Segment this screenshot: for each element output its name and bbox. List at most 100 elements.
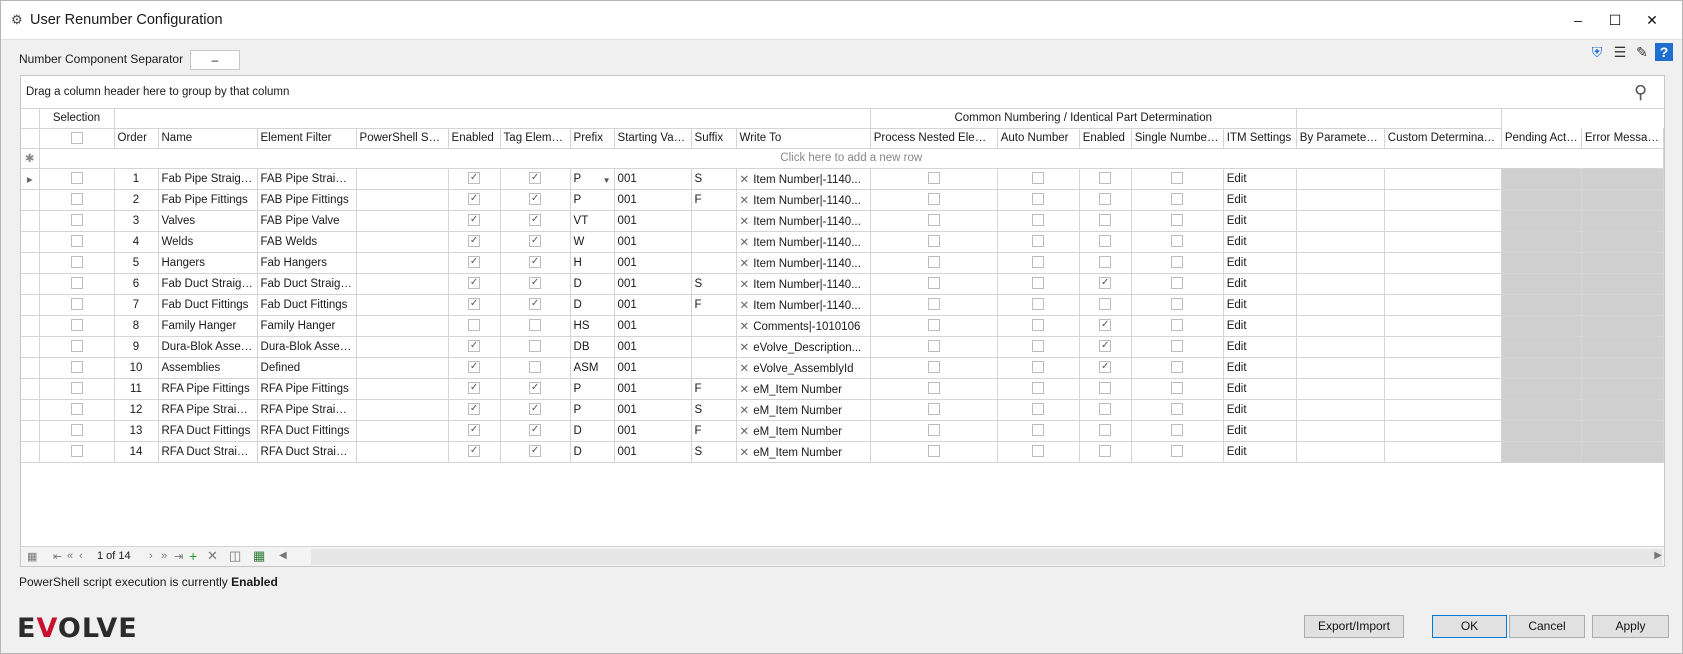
cell-cn-enabled-checkbox[interactable]: ✓ (1079, 357, 1132, 379)
col-element-filter[interactable]: Element Filter (257, 128, 357, 149)
cell-order[interactable]: 9 (114, 336, 159, 358)
cell-cn-enabled-checkbox[interactable] (1079, 378, 1132, 400)
cell-element-filter[interactable]: Fab Duct Fittings (257, 294, 357, 316)
col-custom-determination[interactable]: Custom Determination (1384, 128, 1502, 149)
cell-custom-determination[interactable] (1384, 420, 1502, 442)
cell-custom-determination[interactable] (1384, 336, 1502, 358)
cell-by-parameter[interactable] (1296, 210, 1385, 232)
cell-by-parameter[interactable] (1296, 189, 1385, 211)
cell-enabled-checkbox[interactable]: ✓ (448, 357, 501, 379)
layout-icon[interactable]: ▦ (27, 550, 37, 563)
table-row[interactable]: ▸ 1 Fab Pipe Straights FAB Pipe Straights ✓ ✓… (21, 168, 1664, 190)
cell-cn-enabled-checkbox[interactable] (1079, 168, 1132, 190)
cell-powershell-script[interactable] (356, 378, 449, 400)
clear-icon[interactable]: ✕ (740, 384, 750, 396)
cell-enabled-checkbox[interactable]: ✓ (448, 294, 501, 316)
select-all-checkbox[interactable] (39, 128, 115, 149)
cell-prefix[interactable]: D (570, 420, 615, 442)
cell-name[interactable]: RFA Pipe Fittings (158, 378, 258, 400)
cell-order[interactable]: 10 (114, 357, 159, 379)
clear-icon[interactable]: ✕ (740, 237, 750, 249)
cell-powershell-script[interactable] (356, 420, 449, 442)
cell-process-nested-checkbox[interactable] (870, 336, 998, 358)
cell-by-parameter[interactable] (1296, 336, 1385, 358)
cell-element-filter[interactable]: FAB Welds (257, 231, 357, 253)
cell-write-to[interactable]: ✕ Item Number|-1140... (736, 294, 871, 316)
col-name[interactable]: Name (158, 128, 258, 149)
cell-process-nested-checkbox[interactable] (870, 252, 998, 274)
cell-itm-settings-edit[interactable]: Edit (1223, 420, 1297, 442)
cell-starting-value[interactable]: 001 (614, 252, 692, 274)
table-row[interactable]: 2 Fab Pipe Fittings FAB Pipe Fittings ✓ ✓ P 00… (21, 189, 1664, 211)
close-icon[interactable]: ✕ (1637, 9, 1667, 31)
cell-tag-element-checkbox[interactable]: ✓ (500, 210, 571, 232)
cell-write-to[interactable]: ✕ Item Number|-1140... (736, 210, 871, 232)
cell-name[interactable]: Fab Duct Fittings (158, 294, 258, 316)
cell-auto-number-checkbox[interactable] (997, 315, 1080, 337)
cell-name[interactable]: Welds (158, 231, 258, 253)
cell-by-parameter[interactable] (1296, 273, 1385, 295)
col-pending-action[interactable]: Pending Action (1501, 128, 1582, 149)
cell-process-nested-checkbox[interactable] (870, 168, 998, 190)
cancel-button[interactable]: Cancel (1509, 615, 1585, 638)
cell-single-numbering-checkbox[interactable] (1131, 336, 1224, 358)
cell-auto-number-checkbox[interactable] (997, 231, 1080, 253)
cell-process-nested-checkbox[interactable] (870, 357, 998, 379)
apply-button[interactable]: Apply (1592, 615, 1669, 638)
cell-powershell-script[interactable] (356, 189, 449, 211)
cell-itm-settings-edit[interactable]: Edit (1223, 378, 1297, 400)
table-row[interactable]: 9 Dura-Blok Assem... Dura-Blok Assem... ✓ DB… (21, 336, 1664, 358)
cell-prefix[interactable]: DB (570, 336, 615, 358)
clear-icon[interactable]: ✕ (740, 258, 750, 270)
search-icon[interactable]: ⚲ (1634, 82, 1647, 103)
cell-powershell-script[interactable] (356, 168, 449, 190)
cell-custom-determination[interactable] (1384, 315, 1502, 337)
cell-starting-value[interactable]: 001 (614, 357, 692, 379)
clear-icon[interactable]: ✕ (740, 279, 750, 291)
cell-starting-value[interactable]: 001 (614, 168, 692, 190)
cell-by-parameter[interactable] (1296, 231, 1385, 253)
next-record-icon[interactable]: › (149, 550, 153, 562)
cell-suffix[interactable] (691, 210, 737, 232)
cell-auto-number-checkbox[interactable] (997, 378, 1080, 400)
column-settings-icon[interactable]: ☰ (1611, 43, 1629, 61)
shield-icon[interactable]: ⛨ (1588, 43, 1606, 61)
cell-auto-number-checkbox[interactable] (997, 336, 1080, 358)
col-suffix[interactable]: Suffix (691, 128, 737, 149)
cell-element-filter[interactable]: FAB Pipe Straights (257, 168, 357, 190)
first-page-icon[interactable]: ⇤ (53, 550, 62, 563)
cell-by-parameter[interactable] (1296, 441, 1385, 463)
cell-enabled-checkbox[interactable]: ✓ (448, 168, 501, 190)
cell-write-to[interactable]: ✕ eM_Item Number (736, 399, 871, 421)
cell-write-to[interactable]: ✕ Item Number|-1140... (736, 231, 871, 253)
cell-write-to[interactable]: ✕ eM_Item Number (736, 441, 871, 463)
cell-starting-value[interactable]: 001 (614, 336, 692, 358)
cell-starting-value[interactable]: 001 (614, 189, 692, 211)
cell-suffix[interactable]: F (691, 189, 737, 211)
row-select-checkbox[interactable] (39, 357, 115, 379)
cell-tag-element-checkbox[interactable]: ✓ (500, 378, 571, 400)
cell-order[interactable]: 3 (114, 210, 159, 232)
cell-auto-number-checkbox[interactable] (997, 252, 1080, 274)
clear-icon[interactable]: ✕ (740, 363, 750, 375)
cell-process-nested-checkbox[interactable] (870, 441, 998, 463)
col-powershell-script[interactable]: PowerShell Script (356, 128, 449, 149)
cell-suffix[interactable]: F (691, 294, 737, 316)
cell-tag-element-checkbox[interactable]: ✓ (500, 273, 571, 295)
cell-enabled-checkbox[interactable]: ✓ (448, 231, 501, 253)
cell-order[interactable]: 4 (114, 231, 159, 253)
cell-tag-element-checkbox[interactable]: ✓ (500, 168, 571, 190)
cell-prefix[interactable]: P (570, 378, 615, 400)
clear-icon[interactable]: ✕ (740, 405, 750, 417)
table-row[interactable]: 4 Welds FAB Welds ✓ ✓ W 001 ✕ Item Number|-1140.… (21, 231, 1664, 253)
clear-icon[interactable]: ✕ (740, 426, 750, 438)
clear-icon[interactable]: ✕ (740, 300, 750, 312)
cell-custom-determination[interactable] (1384, 168, 1502, 190)
cell-cn-enabled-checkbox[interactable]: ✓ (1079, 273, 1132, 295)
cell-custom-determination[interactable] (1384, 378, 1502, 400)
cell-powershell-script[interactable] (356, 294, 449, 316)
cell-auto-number-checkbox[interactable] (997, 441, 1080, 463)
cell-powershell-script[interactable] (356, 315, 449, 337)
cell-custom-determination[interactable] (1384, 441, 1502, 463)
cell-process-nested-checkbox[interactable] (870, 294, 998, 316)
